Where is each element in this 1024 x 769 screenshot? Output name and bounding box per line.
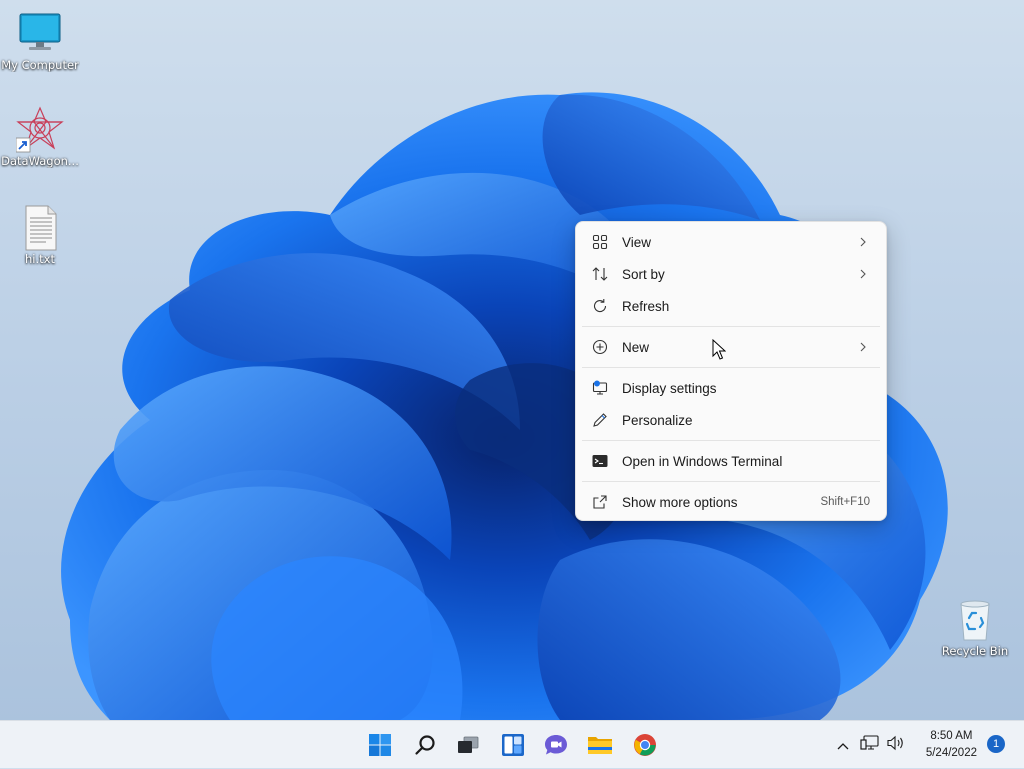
mouse-pointer-icon (712, 339, 726, 360)
terminal-icon (591, 452, 609, 470)
taskbar: 8:50 AM 5/24/2022 (0, 720, 1024, 768)
text-file-icon (16, 204, 64, 252)
desktop-icon-label: DataWagon... (1, 154, 79, 168)
menu-item-label: Refresh (622, 298, 670, 314)
chevron-right-icon (858, 235, 868, 249)
menu-item-sort-by[interactable]: Sort by (580, 258, 882, 290)
desktop-icon-hi-txt[interactable]: hi.txt (0, 204, 80, 266)
desktop-icon-recycle-bin[interactable]: Recycle Bin (935, 596, 1015, 658)
pen-icon (591, 411, 609, 429)
keyboard-shortcut: Shift+F10 (820, 496, 870, 508)
menu-item-label: New (622, 339, 650, 355)
grid-view-icon (591, 233, 609, 251)
chevron-up-icon (837, 742, 849, 749)
search-icon (415, 735, 435, 755)
menu-separator (582, 481, 880, 482)
volume-button[interactable] (886, 734, 906, 756)
menu-item-display-settings[interactable]: Display settings (580, 372, 882, 404)
menu-item-open-terminal[interactable]: Open in Windows Terminal (580, 445, 882, 477)
show-hidden-icons-button[interactable] (836, 736, 850, 755)
clock-time: 8:50 AM (930, 730, 973, 742)
sort-icon (591, 265, 609, 283)
menu-item-refresh[interactable]: Refresh (580, 290, 882, 322)
menu-item-label: Show more options (622, 494, 738, 510)
network-button[interactable] (860, 734, 880, 756)
recycle-bin-icon (951, 596, 999, 644)
chevron-right-icon (858, 340, 868, 354)
menu-item-label: Display settings (622, 380, 717, 396)
menu-item-view[interactable]: View (580, 226, 882, 258)
clock[interactable]: 8:50 AM 5/24/2022 (926, 728, 977, 762)
task-view-button[interactable] (450, 727, 486, 763)
menu-separator (582, 326, 880, 327)
menu-separator (582, 367, 880, 368)
desktop-icon-label: Recycle Bin (941, 644, 1009, 658)
menu-item-label: Open in Windows Terminal (622, 453, 783, 469)
network-icon (860, 735, 879, 750)
chrome-button[interactable] (627, 727, 663, 763)
menu-item-new[interactable]: New (580, 331, 882, 363)
menu-item-label: View (622, 234, 652, 250)
desktop-icon-my-computer[interactable]: My Computer (0, 10, 80, 72)
windows-start-icon (369, 734, 391, 756)
external-open-icon (591, 493, 609, 511)
menu-separator (582, 440, 880, 441)
clock-date: 5/24/2022 (925, 747, 977, 759)
menu-item-label: Sort by (622, 266, 665, 282)
plus-circle-icon (591, 338, 609, 356)
datawagon-app-icon (15, 106, 64, 154)
task-view-icon (458, 736, 479, 753)
desktop[interactable]: My Computer DataWagon... hi.txt Recycle … (0, 0, 1024, 720)
widgets-icon (502, 734, 524, 756)
start-button[interactable] (362, 727, 398, 763)
widgets-button[interactable] (495, 727, 531, 763)
volume-icon (887, 735, 903, 751)
menu-item-personalize[interactable]: Personalize (580, 404, 882, 436)
file-explorer-button[interactable] (582, 727, 618, 763)
system-tray (836, 721, 906, 769)
chrome-icon (634, 734, 656, 756)
menu-item-show-more-options[interactable]: Show more options Shift+F10 (580, 486, 882, 518)
chat-button[interactable] (538, 727, 574, 763)
monitor-icon (16, 10, 64, 58)
desktop-context-menu: View Sort by Refresh New Display setting… (575, 221, 887, 521)
menu-item-label: Personalize (622, 412, 693, 428)
notification-badge[interactable]: 1 (987, 735, 1005, 753)
search-button[interactable] (407, 727, 443, 763)
display-settings-icon (591, 379, 609, 397)
refresh-icon (591, 297, 609, 315)
file-explorer-icon (588, 737, 612, 754)
desktop-icon-label: hi.txt (25, 252, 55, 266)
desktop-icon-label: My Computer (1, 58, 79, 72)
desktop-icon-datawagon[interactable]: DataWagon... (0, 106, 80, 168)
chevron-right-icon (858, 267, 868, 281)
chat-icon (545, 735, 567, 755)
